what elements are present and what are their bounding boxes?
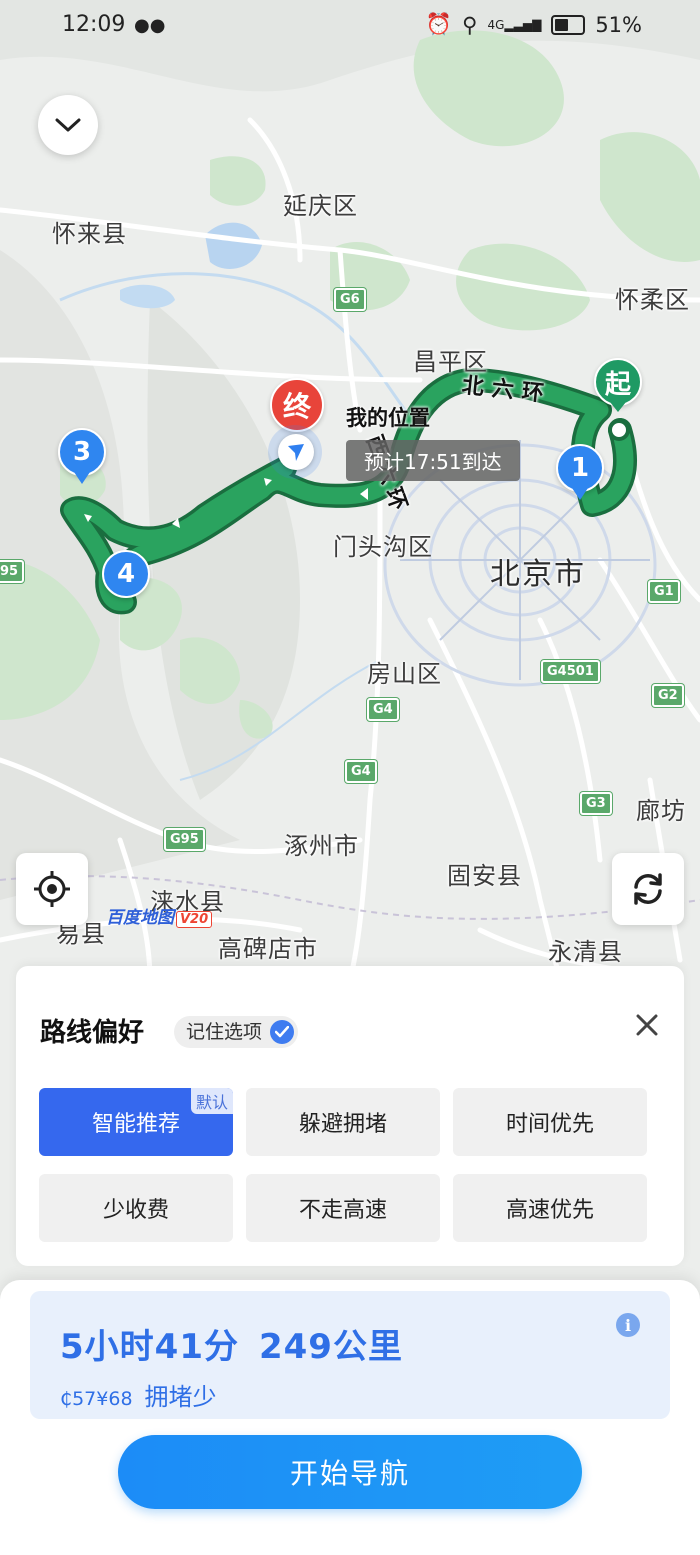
waypoint-marker[interactable]: 3 — [58, 428, 106, 484]
default-tag: 默认 — [190, 1088, 233, 1114]
chevron-down-icon — [55, 118, 81, 132]
marker-tail — [74, 472, 90, 484]
close-icon — [636, 1014, 658, 1036]
start-marker[interactable]: 起 — [594, 358, 642, 412]
highway-shield: G2 — [652, 684, 684, 707]
status-right: ⏰ ⚲ 4G▂▃▅▇ 51% — [426, 12, 642, 37]
option-label: 少收费 — [102, 1198, 169, 1223]
battery-icon — [551, 14, 586, 35]
highway-shield: G6 — [334, 288, 366, 311]
place-label: 门头沟区 — [333, 533, 433, 561]
option-label: 不走高速 — [298, 1198, 387, 1223]
signal-icon: 4G▂▃▅▇ — [487, 17, 542, 32]
wechat-icon: ●● — [134, 15, 166, 36]
pref-option-smart[interactable]: 智能推荐 默认 — [39, 1088, 233, 1156]
remember-option-toggle[interactable]: 记住选项 — [174, 1016, 299, 1048]
highway-shield: G4 — [367, 698, 399, 721]
waypoint-marker[interactable]: 4 — [102, 550, 150, 598]
refresh-icon — [634, 873, 662, 905]
toll-amount: 57 — [72, 1388, 97, 1410]
place-label: 怀来县 — [52, 220, 127, 248]
waypoint-number: 3 — [58, 428, 106, 476]
navigation-arrow-icon — [278, 434, 314, 470]
pref-option-less-toll[interactable]: 少收费 — [39, 1174, 233, 1242]
remember-label: 记住选项 — [186, 1021, 263, 1043]
option-label: 躲避拥堵 — [298, 1112, 387, 1137]
refresh-route-button[interactable] — [612, 853, 684, 925]
place-label: 高碑店市 — [218, 935, 318, 963]
pref-option-avoid-congestion[interactable]: 躲避拥堵 — [246, 1088, 440, 1156]
place-label: 房山区 — [367, 660, 442, 688]
traffic-status: 拥堵少 — [144, 1383, 217, 1411]
start-label: 起 — [594, 358, 642, 406]
status-bar: 12:09 ●● ⏰ ⚲ 4G▂▃▅▇ 51% — [0, 0, 700, 52]
alarm-icon: ⏰ — [425, 12, 453, 36]
highway-shield: G95 — [164, 828, 205, 851]
marker-tail — [572, 488, 588, 500]
pref-option-time-first[interactable]: 时间优先 — [453, 1088, 647, 1156]
locate-icon — [34, 871, 70, 907]
option-label: 智能推荐 — [91, 1112, 180, 1137]
waypoint-number: 1 — [556, 444, 604, 492]
route-summary-sheet: 5小时41分 249公里 ₵57¥68 拥堵少 i 开始导航 — [0, 1280, 700, 1555]
end-marker[interactable]: 终 — [270, 378, 324, 432]
place-label: 涿州市 — [284, 832, 359, 860]
preference-title: 路线偏好 — [40, 1018, 145, 1048]
info-icon[interactable]: i — [616, 1313, 640, 1337]
highway-shield: G3 — [580, 792, 612, 815]
marker-tail — [610, 402, 626, 412]
close-button[interactable] — [630, 1008, 664, 1042]
highway-shield: G4 — [345, 760, 377, 783]
highway-shield: G4501 — [541, 660, 600, 683]
route-card[interactable]: 5小时41分 249公里 ₵57¥68 拥堵少 i — [30, 1291, 670, 1419]
waypoint-marker[interactable]: 1 — [556, 444, 604, 500]
place-label: 北京市 — [490, 557, 586, 592]
my-location-label: 我的位置 — [346, 406, 430, 430]
check-icon — [270, 1020, 295, 1044]
place-label: 永清县 — [548, 938, 623, 966]
fuel-cost: ¥68 — [96, 1388, 133, 1410]
place-label: 怀柔区 — [615, 286, 690, 314]
place-label: 固安县 — [447, 862, 522, 890]
route-main-info: 5小时41分 249公里 — [60, 1319, 403, 1368]
route-duration: 5小时41分 — [60, 1327, 239, 1367]
option-label: 时间优先 — [505, 1112, 594, 1137]
location-icon: ⚲ — [462, 12, 478, 37]
toll-icon: ₵ — [60, 1388, 73, 1410]
highway-shield: G1 — [648, 580, 680, 603]
locate-button[interactable] — [16, 853, 88, 925]
collapse-button[interactable] — [38, 95, 98, 155]
waypoint-number: 4 — [102, 550, 150, 598]
route-distance: 249公里 — [258, 1327, 403, 1367]
route-sub-info: ₵57¥68 拥堵少 — [60, 1377, 217, 1412]
highway-shield: 95 — [0, 560, 25, 583]
place-label: 廊坊 — [636, 797, 686, 825]
option-label: 高速优先 — [505, 1198, 594, 1223]
eta-label: 预计17:51到达 — [346, 440, 520, 481]
start-navigation-button[interactable]: 开始导航 — [118, 1435, 582, 1509]
pref-option-no-highway[interactable]: 不走高速 — [246, 1174, 440, 1242]
map-logo: 百度地图 V20 — [106, 903, 213, 928]
end-label: 终 — [270, 378, 324, 432]
status-time: 12:09 — [62, 12, 126, 37]
place-label: 延庆区 — [283, 192, 358, 220]
route-preference-panel: 路线偏好 记住选项 智能推荐 默认 躲避拥堵 时间优先 少收费 不走高速 高速优… — [16, 966, 684, 1266]
battery-percent: 51% — [595, 12, 642, 37]
pref-option-highway-first[interactable]: 高速优先 — [453, 1174, 647, 1242]
